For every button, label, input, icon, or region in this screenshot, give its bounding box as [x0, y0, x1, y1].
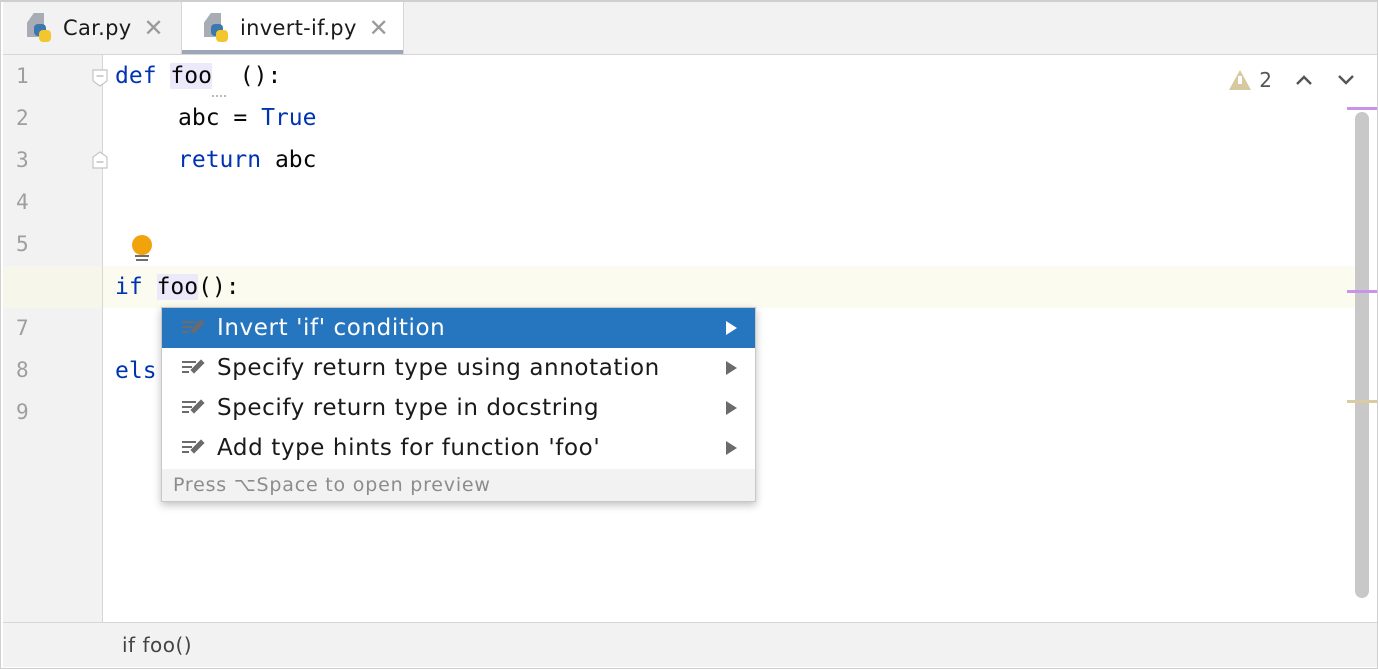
error-stripe-mark[interactable] [1347, 107, 1377, 110]
code-line-6: if foo(): [115, 266, 240, 308]
python-file-icon [202, 13, 230, 43]
keyword: def [115, 63, 157, 89]
intention-item-invert-if[interactable]: Invert 'if' condition [162, 308, 755, 348]
submenu-arrow-icon[interactable] [726, 401, 737, 415]
breadcrumb-bar: if foo() [3, 622, 1377, 667]
python-file-icon [25, 13, 53, 43]
caret-row-gutter [3, 266, 102, 308]
close-icon[interactable]: ✕ [369, 16, 389, 40]
identifier: abc [261, 147, 317, 173]
intention-label: Invert 'if' condition [217, 315, 446, 341]
error-stripe-mark[interactable] [1347, 400, 1377, 403]
inspection-widget: 2 [1229, 68, 1356, 92]
keyword: True [261, 105, 317, 131]
code-line-3: return abc [178, 139, 316, 181]
line-number: 3 [16, 148, 29, 172]
operator: = [219, 105, 262, 131]
gutter[interactable]: 1 2 3 4 5 6 7 8 9 [3, 55, 103, 622]
tab-label: Car.py [63, 16, 132, 40]
keyword: els [115, 358, 157, 384]
line-number: 1 [16, 64, 29, 88]
line-number: 2 [16, 106, 29, 130]
line-number: 9 [16, 400, 29, 424]
keyword: if [115, 274, 143, 300]
intention-label: Add type hints for function 'foo' [217, 435, 601, 461]
line-number: 8 [16, 358, 29, 382]
intention-label: Specify return type in docstring [217, 395, 600, 421]
submenu-arrow-icon[interactable] [726, 321, 737, 335]
warning-triangle-icon[interactable] [1229, 70, 1252, 90]
intention-action-icon [182, 438, 206, 458]
tab-bar: Car.py ✕ invert-if.py ✕ [3, 2, 1377, 55]
intention-item-return-type-annotation[interactable]: Specify return type using annotation [162, 348, 755, 388]
popup-footer-hint: Press ⌥Space to open preview [162, 469, 755, 501]
tab-label: invert-if.py [240, 16, 357, 40]
error-stripe-mark[interactable] [1347, 290, 1377, 293]
intention-item-add-type-hints[interactable]: Add type hints for function 'foo' [162, 428, 755, 468]
intention-label: Specify return type using annotation [217, 355, 660, 381]
line-number: 7 [16, 316, 29, 340]
breadcrumb-item[interactable]: if foo() [122, 633, 192, 657]
vertical-scrollbar[interactable] [1355, 112, 1369, 598]
function-name[interactable]: foo [170, 63, 212, 89]
code-text: (): [225, 63, 282, 89]
intention-action-icon [182, 358, 206, 378]
code-line-8: els [115, 350, 157, 392]
submenu-arrow-icon[interactable] [726, 441, 737, 455]
chevron-up-icon[interactable] [1294, 73, 1314, 87]
tab-invert-if-py[interactable]: invert-if.py ✕ [181, 2, 404, 54]
keyword: return [178, 147, 262, 173]
code-line-1: def foo (): [115, 55, 281, 97]
intention-bulb-icon[interactable] [129, 235, 155, 265]
intention-action-icon [182, 398, 206, 418]
close-icon[interactable]: ✕ [143, 16, 163, 40]
tab-car-py[interactable]: Car.py ✕ [25, 2, 180, 54]
code-line-2: abc = True [178, 97, 316, 139]
intention-action-icon [182, 318, 206, 338]
weak-warning-squiggle [211, 89, 226, 97]
line-number: 5 [16, 232, 29, 256]
intention-item-return-type-docstring[interactable]: Specify return type in docstring [162, 388, 755, 428]
warning-count[interactable]: 2 [1259, 68, 1272, 92]
submenu-arrow-icon[interactable] [726, 361, 737, 375]
code-text: (): [198, 274, 240, 300]
chevron-down-icon[interactable] [1336, 73, 1356, 87]
line-number: 4 [16, 190, 29, 214]
intention-actions-popup: Invert 'if' condition Specify return typ… [161, 307, 756, 502]
caret-row-highlight [103, 266, 1357, 308]
identifier: abc [178, 105, 220, 131]
function-call[interactable]: foo [156, 274, 199, 300]
